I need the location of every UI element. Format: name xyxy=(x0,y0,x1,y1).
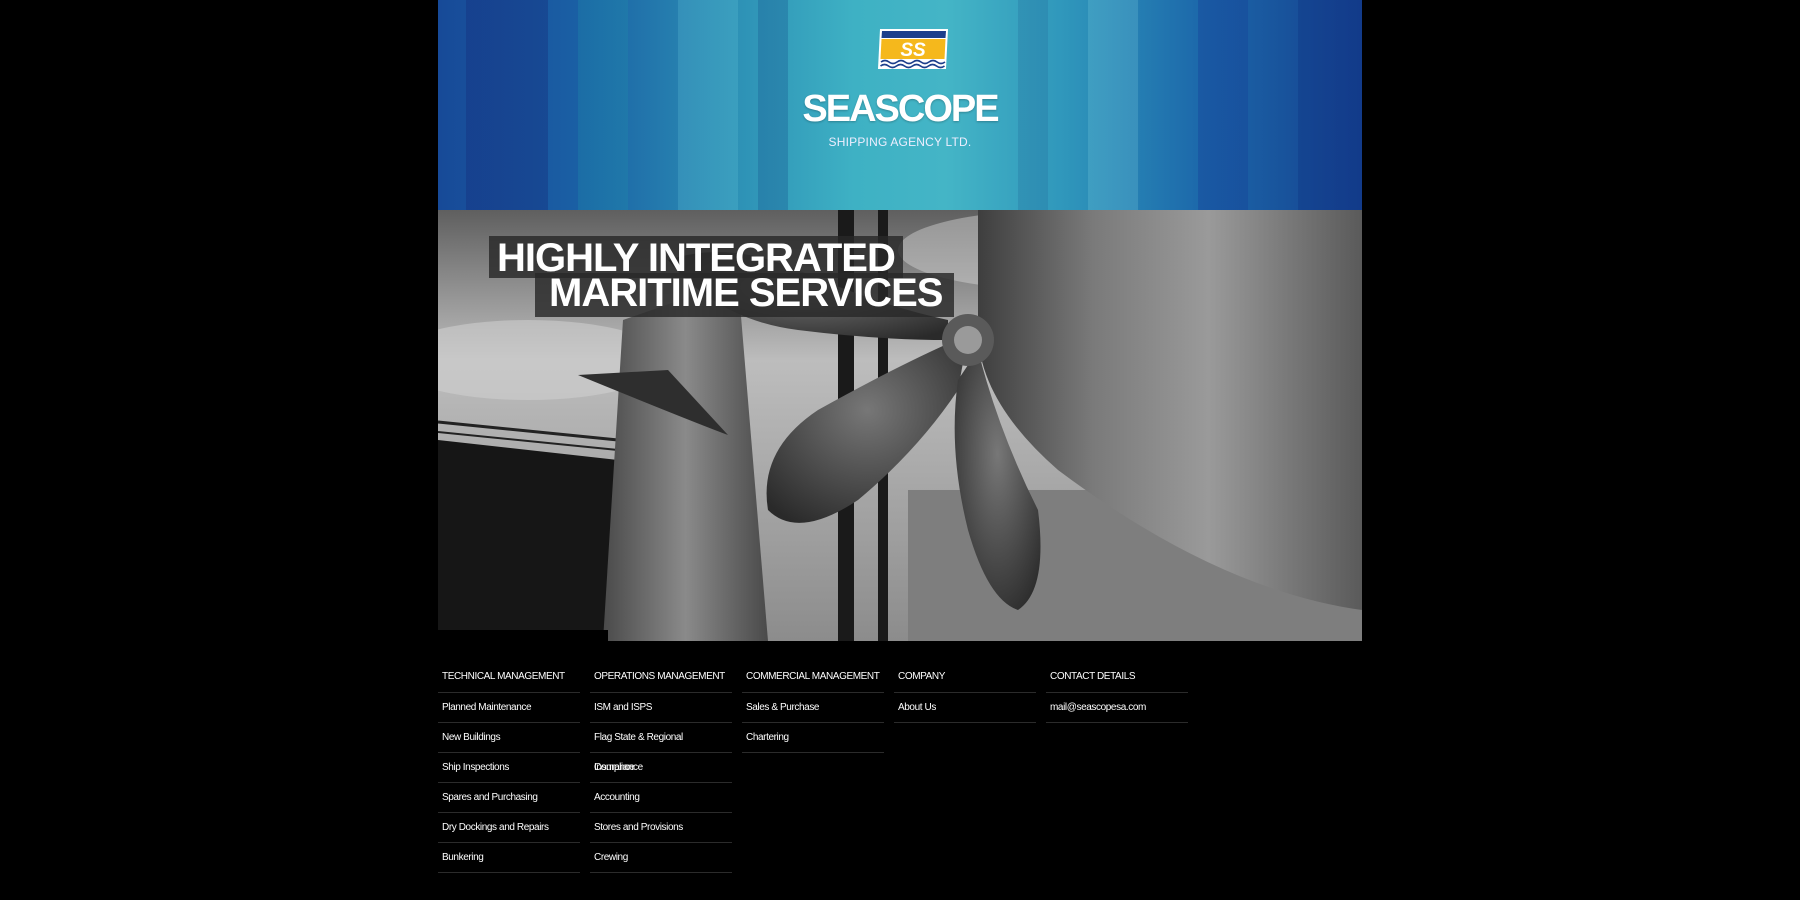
page-container: SS SEASCOPE SHIPPING AGENCY LTD. HIGHLY … xyxy=(438,0,1362,900)
nav-link[interactable]: Crewing xyxy=(590,843,732,873)
nav-column-company: COMPANY About Us xyxy=(894,662,1036,723)
nav-link[interactable]: About Us xyxy=(894,693,1036,723)
brand-subtitle: SHIPPING AGENCY LTD. xyxy=(828,135,972,149)
hero-banner: HIGHLY INTEGRATED MARITIME SERVICES xyxy=(438,210,1362,641)
nav-column-title: OPERATIONS MANAGEMENT xyxy=(590,662,732,693)
logo-letters: SS xyxy=(900,40,926,61)
contact-email-link[interactable]: mail@seascopesa.com xyxy=(1046,693,1188,723)
hero-headline-line2: MARITIME SERVICES xyxy=(535,273,955,317)
nav-link[interactable]: Sales & Purchase xyxy=(742,693,884,723)
nav-column-contact: CONTACT DETAILS mail@seascopesa.com xyxy=(1046,662,1188,723)
nav-link[interactable]: ISM and ISPS xyxy=(590,693,732,723)
nav-link[interactable]: Bunkering xyxy=(438,843,580,873)
nav-link[interactable]: Chartering xyxy=(742,723,884,753)
nav-link[interactable]: Flag State & Regional Compliance xyxy=(590,723,732,773)
nav-column-title: COMMERCIAL MANAGEMENT xyxy=(742,662,884,693)
site-header: SS SEASCOPE SHIPPING AGENCY LTD. xyxy=(438,0,1362,210)
nav-link[interactable]: Insurance xyxy=(590,753,732,783)
nav-column-operations: OPERATIONS MANAGEMENT ISM and ISPS Flag … xyxy=(590,662,732,873)
nav-column-title: COMPANY xyxy=(894,662,1036,693)
nav-column-title: TECHNICAL MANAGEMENT xyxy=(438,662,580,693)
nav-column-technical: TECHNICAL MANAGEMENT Planned Maintenance… xyxy=(438,662,580,873)
nav-column-title: CONTACT DETAILS xyxy=(1046,662,1188,693)
nav-link[interactable]: Stores and Provisions xyxy=(590,813,732,843)
brand-name: SEASCOPE xyxy=(802,88,999,130)
nav-column-commercial: COMMERCIAL MANAGEMENT Sales & Purchase C… xyxy=(742,662,884,753)
nav-link[interactable]: Spares and Purchasing xyxy=(438,783,580,813)
seascope-logo-icon[interactable]: SS xyxy=(876,27,950,75)
nav-link[interactable]: Accounting xyxy=(590,783,732,813)
nav-link[interactable]: Planned Maintenance xyxy=(438,693,580,723)
nav-link[interactable]: Dry Dockings and Repairs xyxy=(438,813,580,843)
nav-link[interactable]: Ship Inspections xyxy=(438,753,580,783)
nav-link[interactable]: New Buildings xyxy=(438,723,580,753)
